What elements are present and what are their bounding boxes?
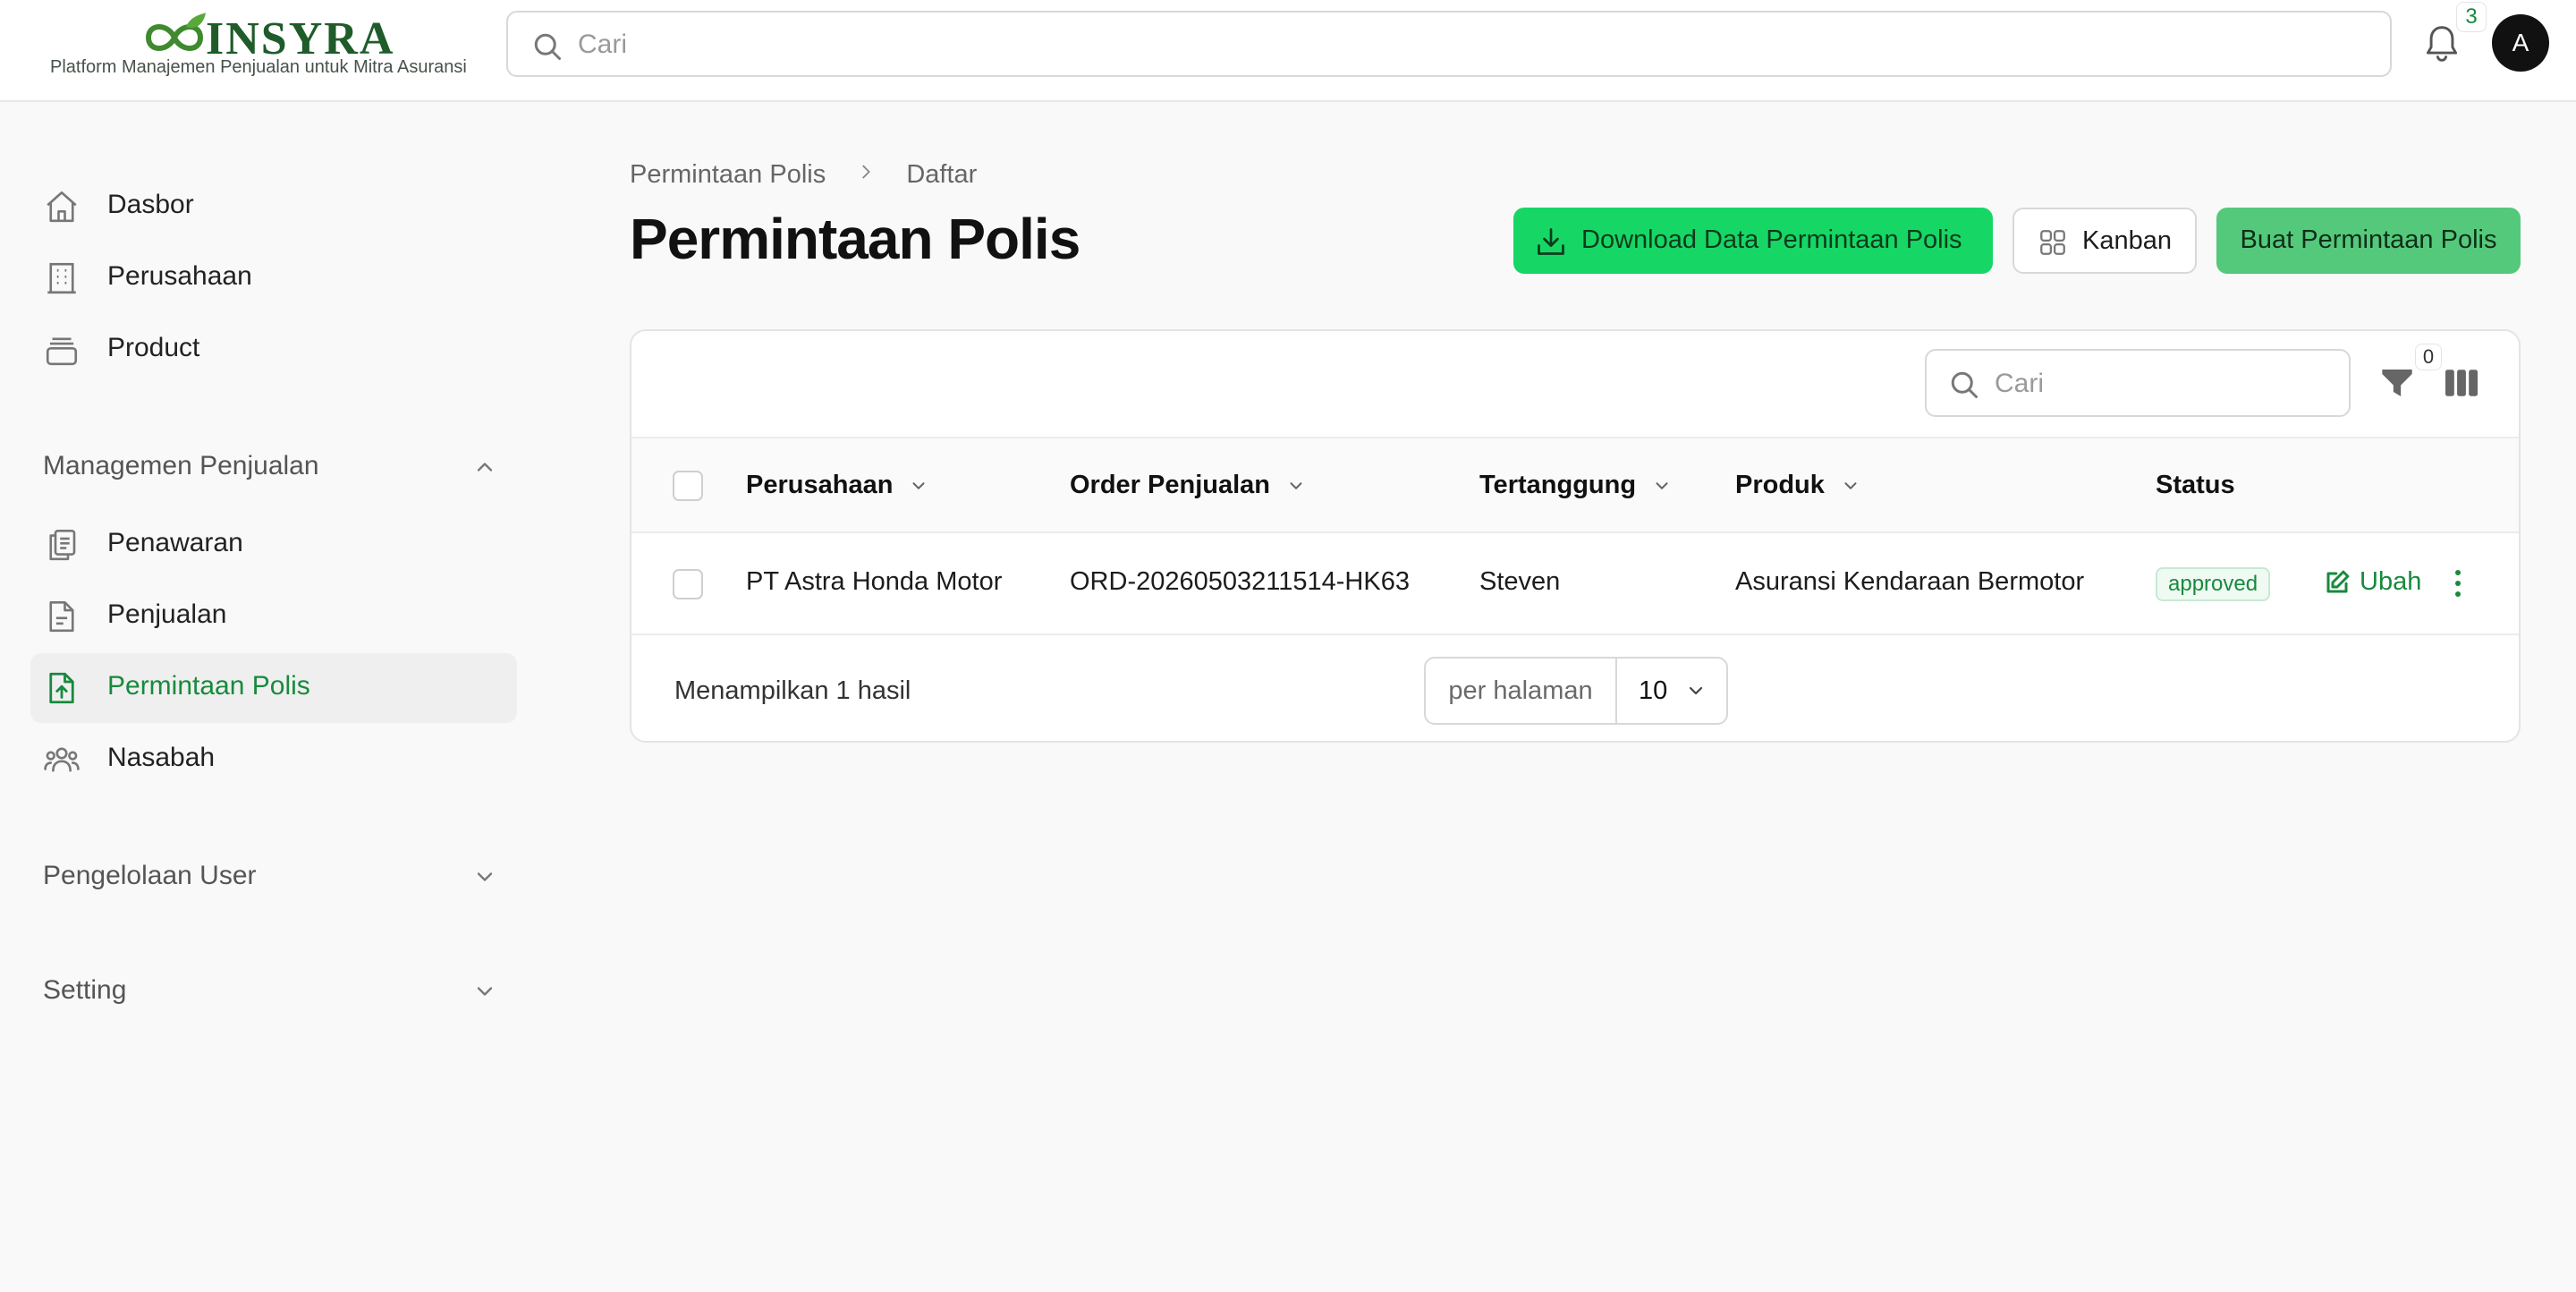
home-icon <box>47 191 77 223</box>
kanban-label: Kanban <box>2082 226 2172 255</box>
sidebar-item-product[interactable]: Product <box>30 315 517 385</box>
sidebar-item-nasabah[interactable]: Nasabah <box>30 725 517 795</box>
table-header: Perusahaan Order Penjualan Tertanggung P… <box>631 437 2519 533</box>
brand-logo[interactable]: INSYRA Platform Manajemen Penjualan untu… <box>36 9 474 89</box>
users-icon <box>44 747 80 772</box>
archive-box-icon <box>46 337 78 366</box>
column-header-label: Order Penjualan <box>1070 471 1271 499</box>
global-search-input[interactable] <box>578 23 2358 66</box>
status-badge: approved <box>2156 567 2271 601</box>
kanban-view-button[interactable]: Kanban <box>2012 208 2197 274</box>
row-select-checkbox[interactable] <box>673 569 703 599</box>
sidebar-item-label: Dasbor <box>107 190 194 219</box>
chevron-right-icon <box>862 165 870 179</box>
brand-tagline: Platform Manajemen Penjualan untuk Mitra… <box>50 57 467 77</box>
user-avatar[interactable]: A <box>2492 14 2549 72</box>
notification-bell-icon[interactable] <box>2422 21 2462 66</box>
sidebar: Dasbor Perusahaan Product Managemen Penj… <box>0 104 537 1292</box>
breadcrumb-current: Daftar <box>906 159 978 189</box>
per-page-value: 10 <box>1639 676 1668 705</box>
download-icon <box>1538 228 1564 255</box>
sidebar-item-dasbor[interactable]: Dasbor <box>30 172 517 242</box>
sidebar-item-label: Nasabah <box>107 743 216 772</box>
chevron-down-icon <box>1844 482 1857 490</box>
table-search[interactable] <box>1925 349 2351 417</box>
sidebar-group-pengelolaan-user[interactable]: Pengelolaan User <box>30 848 517 902</box>
table-row[interactable]: PT Astra Honda Motor ORD-20260503211514-… <box>631 533 2519 635</box>
breadcrumb-link-permintaan-polis[interactable]: Permintaan Polis <box>630 160 826 190</box>
column-header-label: Produk <box>1735 471 1825 499</box>
policy-request-table-card: 0 Perusahaan Order Penjualan Tertanggung… <box>630 329 2521 743</box>
column-header-label: Perusahaan <box>746 471 894 499</box>
sidebar-item-permintaan-polis[interactable]: Permintaan Polis <box>30 653 517 723</box>
chevron-down-icon <box>477 987 493 996</box>
cell-perusahaan: PT Astra Honda Motor <box>746 567 1003 596</box>
grid-icon <box>2040 230 2065 255</box>
infinity-leaf-logo-icon <box>145 13 206 51</box>
sidebar-item-perusahaan[interactable]: Perusahaan <box>30 243 517 313</box>
create-policy-request-label: Buat Permintaan Polis <box>2240 225 2497 254</box>
chevron-up-icon <box>477 463 493 472</box>
create-policy-request-button[interactable]: Buat Permintaan Polis <box>2216 208 2521 274</box>
chevron-down-icon <box>1656 482 1668 490</box>
columns-icon[interactable] <box>2444 367 2479 399</box>
document-icon <box>49 600 74 633</box>
column-header-status: Status <box>2156 471 2235 500</box>
search-icon <box>1951 371 1978 398</box>
sidebar-item-label: Perusahaan <box>107 261 252 291</box>
cell-order-penjualan: ORD-20260503211514-HK63 <box>1070 567 1410 596</box>
download-data-label: Download Data Permintaan Polis <box>1581 225 1962 254</box>
result-count: Menampilkan 1 hasil <box>674 676 911 705</box>
sidebar-item-penjualan[interactable]: Penjualan <box>30 582 517 651</box>
chevron-down-icon <box>912 482 925 490</box>
sidebar-group-label: Managemen Penjualan <box>43 451 319 480</box>
sidebar-item-label: Product <box>107 333 200 362</box>
column-header-tertanggung[interactable]: Tertanggung <box>1479 471 1672 500</box>
sidebar-group-setting[interactable]: Setting <box>30 963 517 1016</box>
global-search[interactable] <box>506 11 2392 77</box>
column-header-perusahaan[interactable]: Perusahaan <box>746 471 928 500</box>
clipboard-icon <box>49 529 76 561</box>
sidebar-group-label: Setting <box>43 975 127 1005</box>
sidebar-group-label: Pengelolaan User <box>43 861 257 890</box>
download-data-button[interactable]: Download Data Permintaan Polis <box>1513 208 1993 274</box>
filter-icon[interactable] <box>2379 365 2415 401</box>
column-header-produk[interactable]: Produk <box>1735 471 1860 500</box>
sidebar-item-label: Penjualan <box>107 599 227 629</box>
column-header-label: Status <box>2156 471 2235 499</box>
per-page-label: per halaman <box>1426 659 1617 723</box>
more-vertical-icon[interactable] <box>2447 565 2469 601</box>
per-page-control: per halaman 10 <box>1424 657 1728 725</box>
building-icon <box>47 262 76 294</box>
search-icon <box>534 33 561 60</box>
table-footer: Menampilkan 1 hasil per halaman 10 <box>631 637 2519 741</box>
column-header-order-penjualan[interactable]: Order Penjualan <box>1070 471 1306 500</box>
chevron-down-icon <box>1689 686 1703 695</box>
edit-label: Ubah <box>2360 567 2422 596</box>
table-search-input[interactable] <box>1995 363 2334 404</box>
cell-produk: Asuransi Kendaraan Bermotor <box>1735 567 2085 596</box>
chevron-down-icon <box>477 872 493 881</box>
notification-count-badge: 3 <box>2456 2 2487 32</box>
column-header-label: Tertanggung <box>1479 471 1637 499</box>
sidebar-item-label: Penawaran <box>107 528 243 557</box>
select-all-checkbox[interactable] <box>673 471 703 501</box>
page-title: Permintaan Polis <box>630 207 1080 271</box>
document-upload-icon <box>49 672 74 704</box>
filter-count-badge: 0 <box>2415 344 2442 370</box>
sidebar-group-managemen-penjualan[interactable]: Managemen Penjualan <box>30 438 517 492</box>
edit-icon <box>2326 570 2350 593</box>
cell-tertanggung: Steven <box>1479 567 1561 596</box>
per-page-select[interactable]: 10 <box>1617 659 1726 723</box>
breadcrumb: Permintaan Polis Daftar <box>630 159 977 195</box>
top-bar: INSYRA Platform Manajemen Penjualan untu… <box>0 0 2576 102</box>
sidebar-item-penawaran[interactable]: Penawaran <box>30 510 517 580</box>
chevron-down-icon <box>1290 482 1302 490</box>
sidebar-item-label: Permintaan Polis <box>107 671 310 701</box>
